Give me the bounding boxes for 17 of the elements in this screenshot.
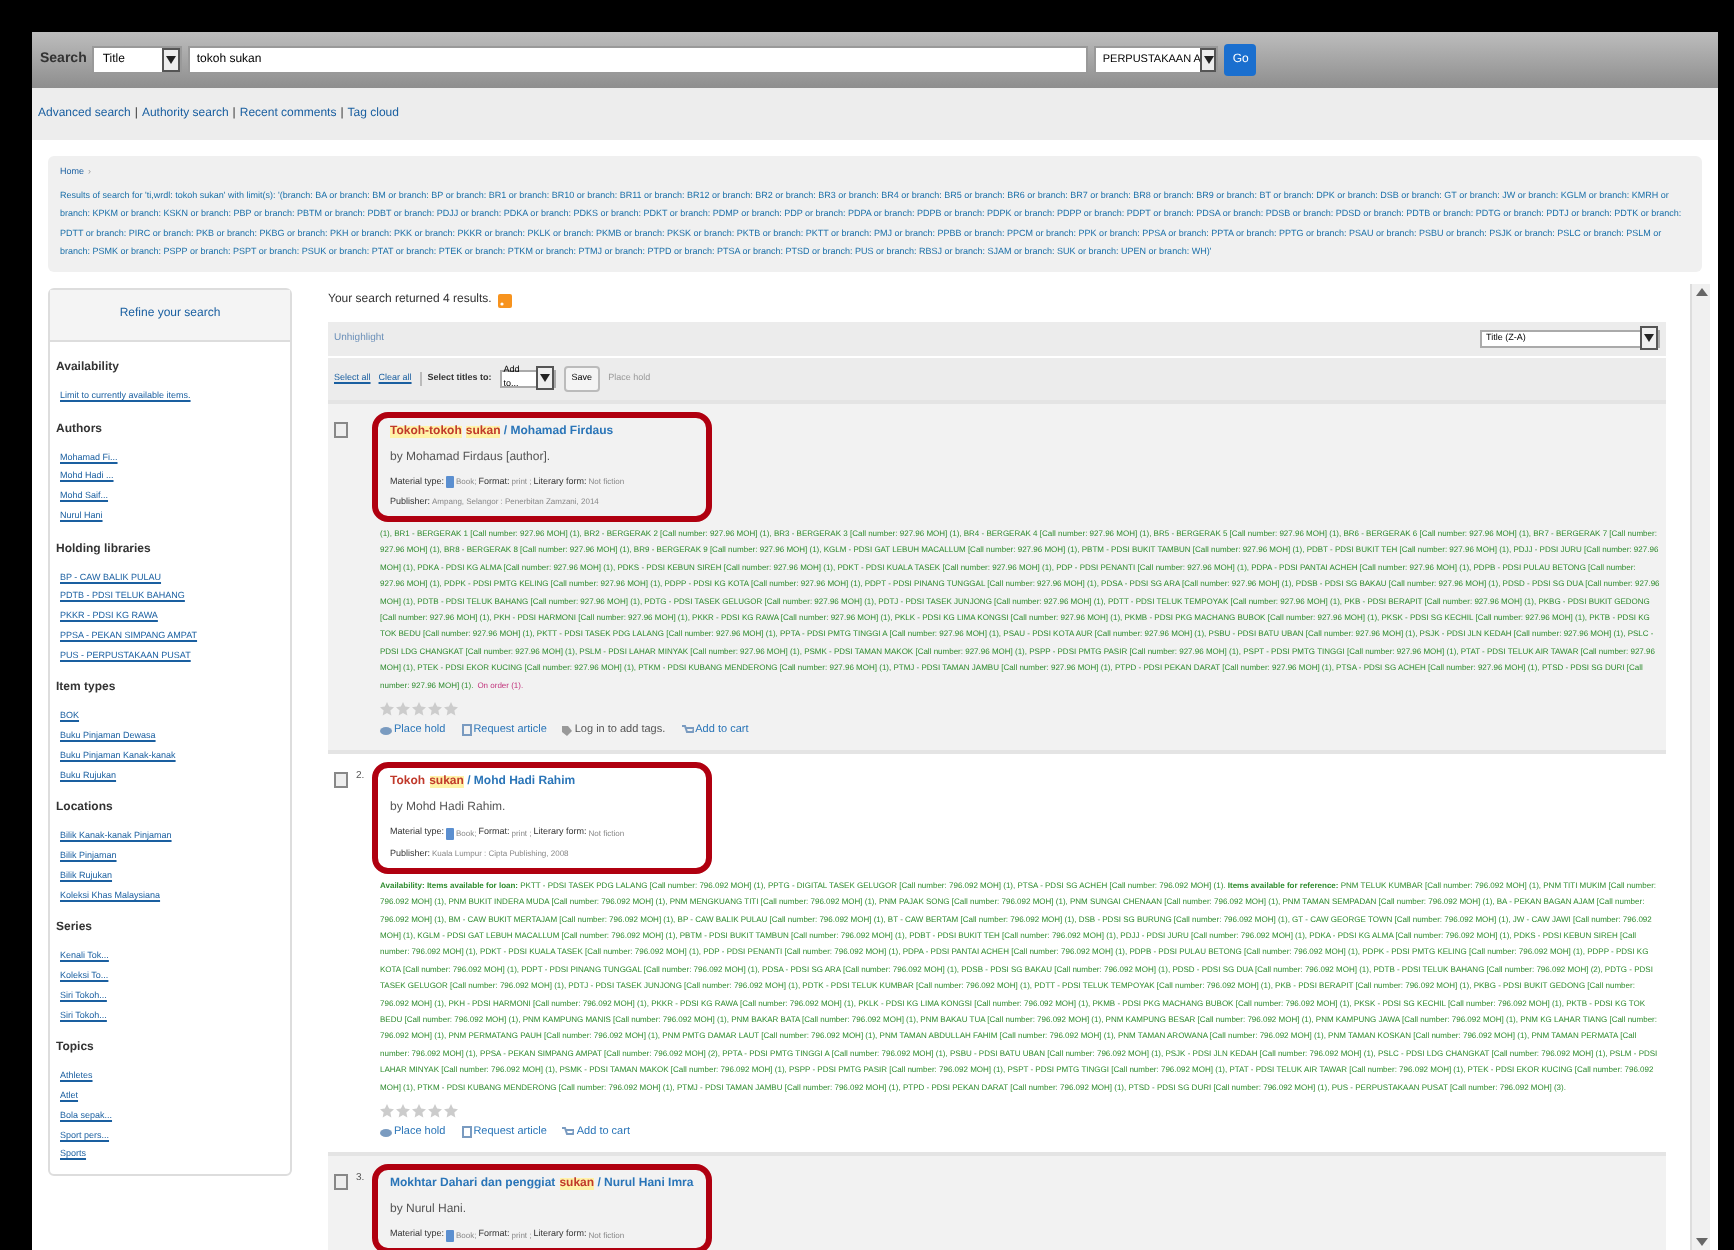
- result-checkbox[interactable]: [334, 421, 348, 437]
- book-icon: [446, 827, 455, 840]
- cart-icon: [681, 724, 694, 737]
- scrollbar[interactable]: [1690, 284, 1710, 1250]
- hold-icon: [380, 1127, 392, 1138]
- scroll-down-icon[interactable]: [1695, 1238, 1707, 1246]
- cart-icon: [562, 1126, 575, 1139]
- document-icon: [461, 1126, 472, 1139]
- tag-icon: [562, 725, 573, 736]
- book-icon: [446, 1229, 455, 1242]
- document-icon: [461, 724, 472, 737]
- result-checkbox[interactable]: [334, 1174, 348, 1191]
- rss-icon[interactable]: [497, 293, 512, 308]
- scroll-up-icon[interactable]: [1695, 288, 1707, 296]
- result-checkbox[interactable]: [334, 772, 348, 789]
- book-icon: [446, 475, 455, 488]
- hold-icon: [380, 725, 392, 736]
